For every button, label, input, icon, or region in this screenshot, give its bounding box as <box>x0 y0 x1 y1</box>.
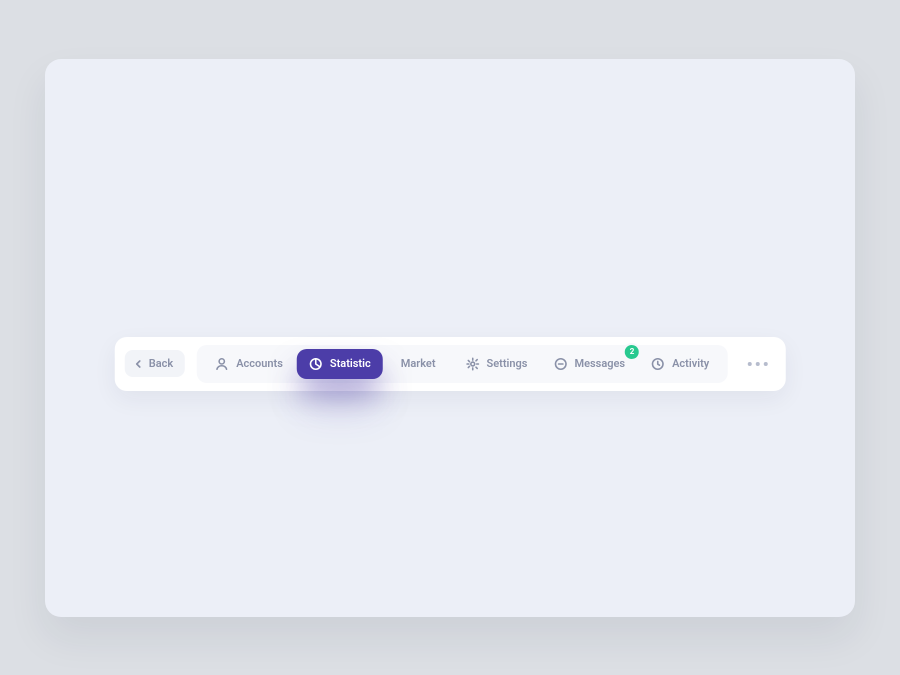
clock-icon <box>651 357 665 371</box>
pie-icon <box>309 357 323 371</box>
dots-icon <box>763 362 767 366</box>
nav-bar: Back Accounts Statistic Market <box>115 337 786 391</box>
tab-accounts[interactable]: Accounts <box>203 349 295 379</box>
tab-label: Settings <box>487 357 528 370</box>
back-button[interactable]: Back <box>125 350 185 377</box>
tab-label: Messages <box>574 357 625 370</box>
dots-icon <box>755 362 759 366</box>
tab-market[interactable]: Market <box>385 349 452 378</box>
tab-label: Market <box>401 357 436 370</box>
message-icon <box>553 357 567 371</box>
dots-icon <box>747 362 751 366</box>
tab-activity[interactable]: Activity <box>639 349 721 379</box>
tab-group: Accounts Statistic Market Settings <box>197 345 727 383</box>
tab-label: Accounts <box>236 357 283 370</box>
tab-label: Statistic <box>330 357 371 370</box>
tab-statistic[interactable]: Statistic <box>297 349 383 379</box>
tab-label: Activity <box>672 357 709 370</box>
messages-badge: 2 <box>625 345 639 359</box>
tab-settings[interactable]: Settings <box>454 349 540 379</box>
chevron-left-icon <box>135 360 143 368</box>
back-label: Back <box>149 357 173 370</box>
app-card: Back Accounts Statistic Market <box>45 59 855 617</box>
tab-messages[interactable]: Messages 2 <box>541 349 637 379</box>
user-icon <box>215 357 229 371</box>
gear-icon <box>466 357 480 371</box>
more-button[interactable] <box>739 349 775 379</box>
